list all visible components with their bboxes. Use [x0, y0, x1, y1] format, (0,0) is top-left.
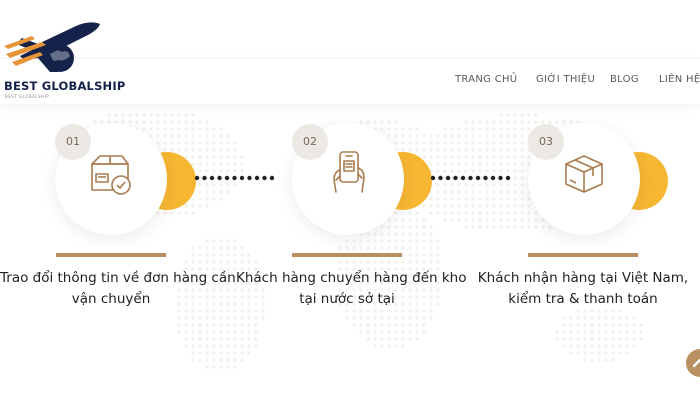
- logo[interactable]: BEST GLOBALSHIP BEST GLOBALSHIP: [2, 18, 125, 106]
- connector-dots-2: [430, 175, 511, 181]
- connector-dots-1: [194, 175, 275, 181]
- phone-in-hand-icon: [333, 151, 365, 193]
- step-1-underline: [56, 253, 166, 257]
- step-3-number: 03: [528, 124, 564, 160]
- step-2-number: 02: [292, 124, 328, 160]
- step-1-number: 01: [55, 124, 91, 160]
- step-1-line-1: Trao đổi thông tin về đơn hàng cần: [0, 270, 236, 286]
- step-2-line-1: Khách hàng chuyển hàng đến kho: [236, 270, 467, 286]
- step-3-line-1: Khách nhận hàng tại Việt Nam,: [477, 270, 689, 286]
- package-check-icon: [91, 155, 131, 195]
- nav-item-home[interactable]: TRANG CHỦ: [455, 74, 517, 85]
- step-2-line-2: tại nước sở tại: [299, 291, 395, 307]
- step-2-text: Khách hàng chuyển hàng đến kho tại nước …: [236, 268, 467, 310]
- step-1-line-2: vận chuyển: [71, 291, 151, 307]
- step-3-text: Khách nhận hàng tại Việt Nam, kiểm tra &…: [472, 268, 694, 310]
- step-3-underline: [528, 253, 638, 257]
- scroll-to-top-button[interactable]: [686, 349, 700, 377]
- brand-tagline: BEST GLOBALSHIP: [5, 94, 50, 99]
- box-icon: [565, 155, 603, 193]
- brand-name: BEST GLOBALSHIP: [4, 79, 126, 93]
- step-1-text: Trao đổi thông tin về đơn hàng cần vận c…: [0, 268, 236, 310]
- nav-item-about[interactable]: GIỚI THIỆU: [536, 74, 595, 85]
- step-3-line-2: kiểm tra & thanh toán: [508, 291, 658, 307]
- chevron-up-icon: [692, 358, 700, 368]
- step-2-underline: [292, 253, 402, 257]
- nav-item-contact[interactable]: LIÊN HỆ: [659, 74, 700, 85]
- nav-item-blog[interactable]: BLOG: [610, 74, 639, 85]
- airplane-globe-icon: [4, 22, 100, 72]
